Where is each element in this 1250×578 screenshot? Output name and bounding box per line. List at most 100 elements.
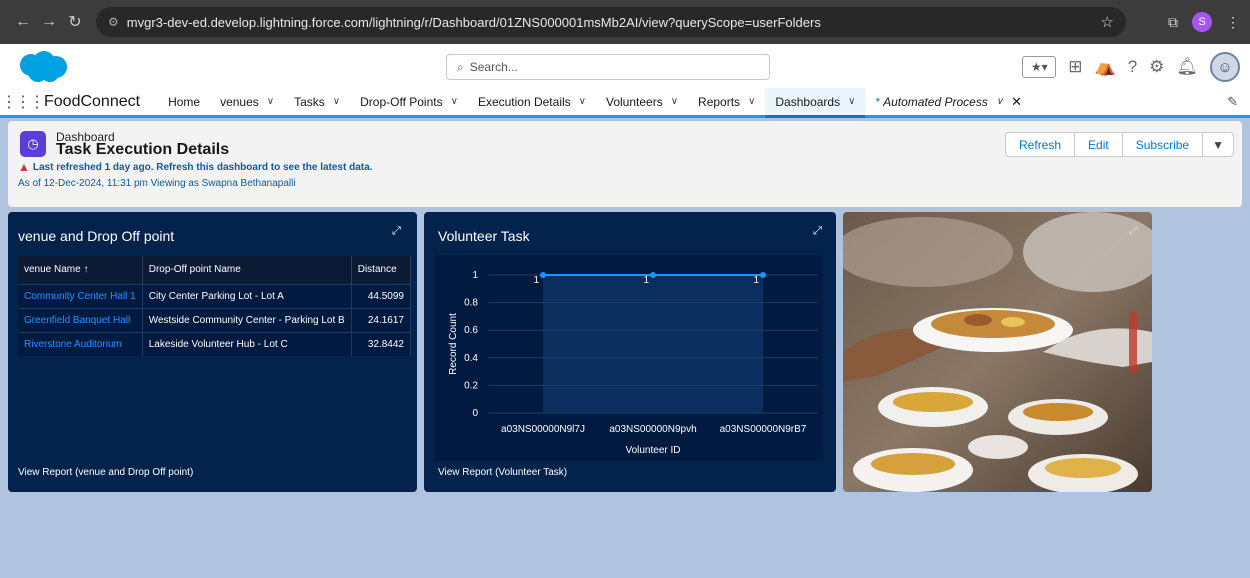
browser-menu-icon[interactable]: ⋮ [1226,14,1240,31]
venue-link[interactable]: Greenfield Banquet Hall [18,307,143,332]
view-report-link[interactable]: View Report (venue and Drop Off point) [18,467,193,478]
x-tick-label: a03NS00000N9rB7 [720,424,807,435]
global-header: ⌕ Search... ★▾ ⊞ ⛺ ? ⚙ 🔔︎ ☺ [0,44,1250,88]
forward-icon[interactable]: → [36,13,62,31]
table-row: Community Center Hall 1 City Center Park… [18,283,412,308]
nav-item-home[interactable]: Home [158,87,210,117]
notifications-bell-icon[interactable]: 🔔︎ [1176,57,1198,77]
y-tick-label: 0.2 [464,380,478,391]
expand-icon[interactable]: ⤢ [813,225,822,238]
close-icon[interactable]: ✕ [1011,94,1022,110]
edit-button[interactable]: Edit [1074,132,1123,157]
view-report-link[interactable]: View Report (Volunteer Task) [438,467,567,478]
global-search-input[interactable]: ⌕ Search... [446,54,770,80]
salesforce-logo[interactable] [16,50,68,84]
y-axis-label: Record Count [448,313,459,375]
venue-table: venue Name ↑ Drop-Off point Name Distanc… [18,256,412,356]
y-tick-label: 1 [472,270,478,281]
chevron-down-icon[interactable]: ∨ [748,96,755,107]
y-tick-label: 0.8 [464,298,478,309]
more-actions-button[interactable]: ▼ [1202,132,1234,157]
volunteer-line-chart: 0 0.2 0.4 0.6 0.8 1 Record Count a03NS00000N9l7… [448,270,818,456]
trailhead-icon[interactable]: ⛺ [1095,57,1116,77]
y-tick-label: 0.4 [464,353,478,364]
nav-item-venues[interactable]: venues ∨ [210,87,284,117]
column-header-distance[interactable]: Distance [351,256,412,284]
site-info-icon[interactable]: ⚙ [108,15,119,29]
venue-dropoff-card: venue and Drop Off point ⤢ venue Name ↑ … [8,212,417,492]
tab-label: Automated Process [883,94,988,109]
setup-gear-icon[interactable]: ⚙ [1149,57,1164,77]
dashboard-icon: ◷ [20,131,46,157]
edit-nav-pencil-icon[interactable]: ✎ [1227,94,1238,110]
reload-icon[interactable]: ↻ [62,12,88,32]
nav-item-tasks[interactable]: Tasks ∨ [284,87,350,117]
global-actions-icon[interactable]: ⊞ [1068,57,1082,77]
column-header-dropoff[interactable]: Drop-Off point Name [142,256,352,284]
profile-avatar[interactable]: S [1192,12,1212,32]
refresh-warning: ▲ Last refreshed 1 day ago. Refresh this… [18,160,372,174]
workspace-tab-automated-process[interactable]: * Automated Process ∨ ✕ [865,87,1032,117]
venue-link[interactable]: Community Center Hall 1 [18,283,143,308]
subscribe-button[interactable]: Subscribe [1121,132,1204,157]
bookmark-star-icon[interactable]: ☆ [1101,13,1114,31]
dropoff-cell: Westside Community Center - Parking Lot … [142,307,352,332]
data-label: 1 [533,275,539,286]
warning-text: Last refreshed 1 day ago. Refresh this d… [32,161,373,173]
search-placeholder: Search... [469,60,518,74]
nav-item-dashboards[interactable]: Dashboards ∨ [765,88,866,118]
dashboard-header: ◷ Dashboard Task Execution Details ▲ Las… [8,121,1242,207]
distance-cell: 44.5099 [351,283,412,308]
back-icon[interactable]: ← [10,13,36,31]
data-label: 1 [753,275,759,286]
dashboard-actions: Refresh Edit Subscribe ▼ [1005,132,1234,157]
nav-item-execution-details[interactable]: Execution Details ∨ [468,87,596,117]
nav-label: venues [220,94,259,109]
address-bar[interactable]: ⚙ mvgr3-dev-ed.develop.lightning.force.c… [96,7,1126,37]
expand-icon[interactable]: ⤢ [392,225,401,238]
data-label: 1 [643,275,649,286]
chevron-down-icon[interactable]: ∨ [996,96,1003,107]
nav-label: Drop-Off Points [360,94,443,109]
data-point [650,272,656,278]
chevron-down-icon[interactable]: ∨ [451,96,458,107]
x-axis-label: Volunteer ID [625,445,680,456]
distance-cell: 24.1617 [351,307,412,332]
app-name: FoodConnect [44,92,141,110]
table-row: Riverstone Auditorium Lakeside Volunteer… [18,331,412,356]
nav-label: Volunteers [605,94,663,109]
app-nav-bar: ⋮⋮⋮ FoodConnect Home venues ∨ Tasks ∨ Drop… [0,88,1250,118]
chevron-down-icon: ▼ [1212,137,1224,152]
user-avatar[interactable]: ☺ [1210,52,1240,82]
x-tick-label: a03NS00000N9pvh [609,424,696,435]
browser-toolbar: ← → ↻ ⚙ mvgr3-dev-ed.develop.lightning.f… [0,0,1250,44]
chevron-down-icon[interactable]: ∨ [333,96,340,107]
refresh-button[interactable]: Refresh [1005,132,1076,157]
chevron-down-icon[interactable]: ∨ [671,96,678,107]
nav-item-reports[interactable]: Reports ∨ [688,87,765,117]
chevron-down-icon[interactable]: ∨ [267,96,274,107]
nav-label: Reports [698,94,741,109]
nav-label: Home [168,94,201,109]
data-point [540,272,546,278]
column-header-venue[interactable]: venue Name ↑ [18,256,143,284]
nav-item-volunteers[interactable]: Volunteers ∨ [596,87,688,117]
table-row: Greenfield Banquet Hall Westside Communi… [18,307,412,332]
nav-item-drop-off-points[interactable]: Drop-Off Points ∨ [350,87,468,117]
chevron-down-icon[interactable]: ∨ [579,96,586,107]
chevron-down-icon[interactable]: ∨ [848,96,855,107]
as-of-text: As of 12-Dec-2024, 11:31 pm Viewing as S… [18,178,296,189]
table-header-row: venue Name ↑ Drop-Off point Name Distanc… [18,256,412,284]
expand-icon[interactable]: ⤢ [1129,225,1138,238]
venue-link[interactable]: Riverstone Auditorium [18,331,143,356]
app-launcher-icon[interactable]: ⋮⋮⋮ [0,92,45,112]
nav-label: Dashboards [775,94,841,109]
unsaved-marker: * [875,94,881,109]
dropoff-cell: City Center Parking Lot - Lot A [142,283,352,308]
food-serving-photo [843,212,1152,492]
favorites-icon[interactable]: ★▾ [1022,56,1057,78]
help-icon[interactable]: ? [1128,57,1137,77]
photo-card: ⤢ [843,212,1152,492]
extensions-icon[interactable]: ⧉ [1168,14,1178,31]
card-title: venue and Drop Off point [18,228,175,244]
